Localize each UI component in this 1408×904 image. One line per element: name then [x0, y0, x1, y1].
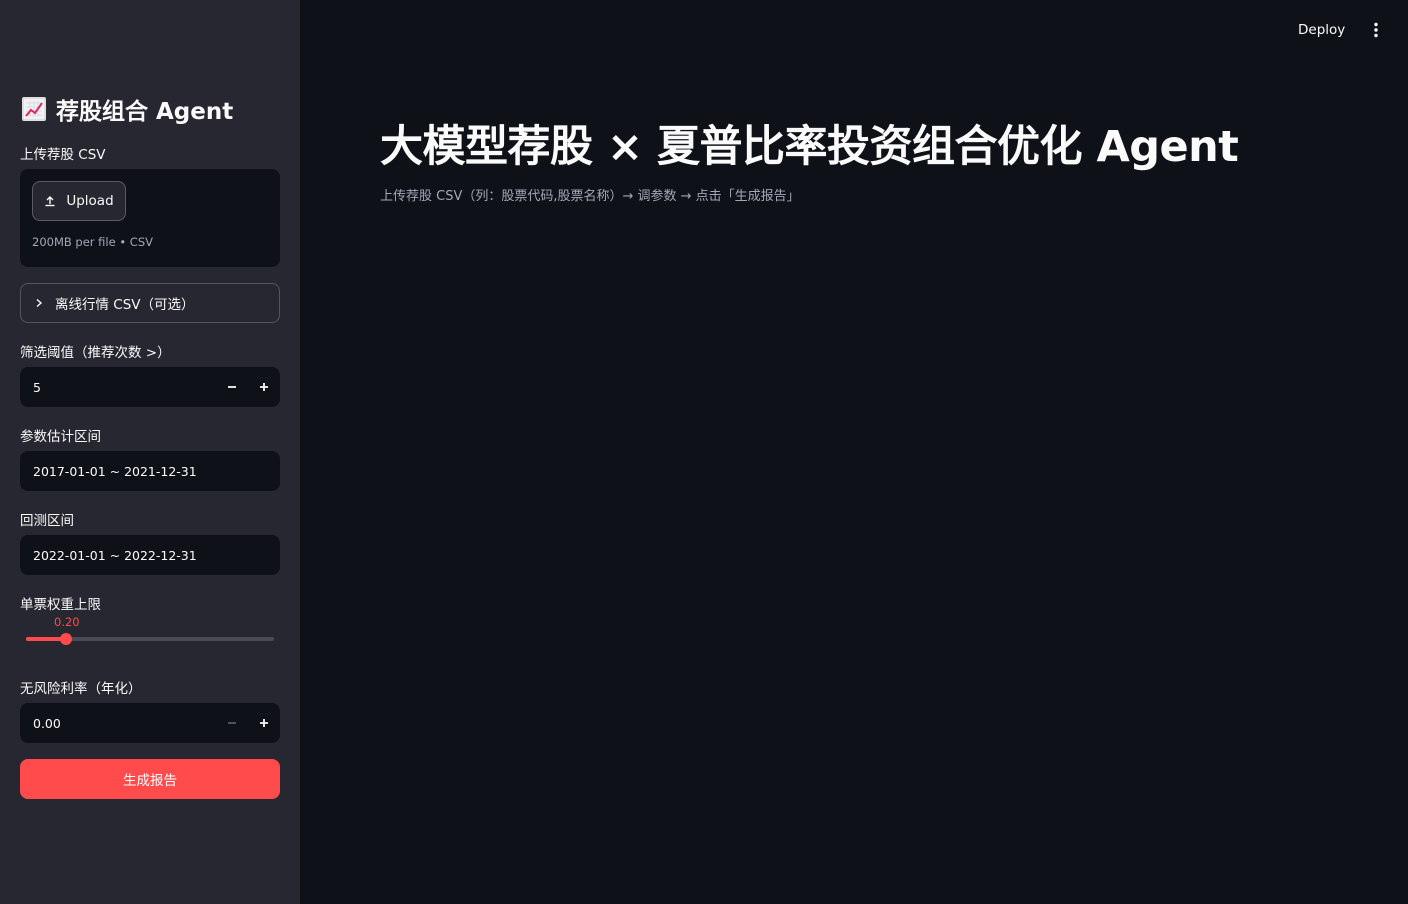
risk-free-decrement-button[interactable]: [216, 703, 248, 743]
threshold-stepper: [20, 366, 280, 408]
sidebar: 荐股组合 Agent 上传荐股 CSV Upload 200MB per fil…: [0, 0, 300, 904]
threshold-input[interactable]: [20, 366, 216, 408]
generate-report-button[interactable]: 生成报告: [20, 759, 280, 799]
risk-free-input[interactable]: [20, 702, 216, 744]
plus-icon: [260, 383, 268, 391]
sidebar-title-text: 荐股组合 Agent: [56, 99, 234, 125]
risk-free-stepper: [20, 702, 280, 744]
risk-free-increment-button[interactable]: [248, 703, 280, 743]
backtest-range-input[interactable]: [20, 534, 280, 576]
kebab-menu-icon: [1374, 22, 1378, 38]
upload-button[interactable]: Upload: [32, 181, 126, 221]
main-menu-button[interactable]: [1366, 18, 1386, 42]
minus-icon: [228, 722, 236, 724]
sidebar-title: 荐股组合 Agent: [22, 94, 234, 125]
upload-label: 上传荐股 CSV: [20, 147, 106, 163]
upload-hint: 200MB per file • CSV: [32, 235, 153, 249]
slider-thumb[interactable]: [60, 633, 72, 645]
estimation-range-label: 参数估计区间: [20, 429, 101, 445]
chevron-right-icon: [35, 298, 43, 308]
backtest-range-field: [20, 534, 280, 576]
deploy-button[interactable]: Deploy: [1298, 18, 1345, 42]
minus-icon: [228, 386, 236, 388]
risk-free-label: 无风险利率（年化）: [20, 681, 142, 697]
slider-value: 0.20: [54, 615, 80, 629]
estimation-range-input[interactable]: [20, 450, 280, 492]
file-uploader-dropzone[interactable]: Upload 200MB per file • CSV: [20, 169, 280, 267]
backtest-range-label: 回测区间: [20, 513, 74, 529]
threshold-label: 筛选阈值（推荐次数 >）: [20, 345, 171, 361]
offline-data-expander[interactable]: 离线行情 CSV（可选）: [20, 283, 280, 323]
page-caption: 上传荐股 CSV（列：股票代码,股票名称）→ 调参数 → 点击「生成报告」: [380, 189, 800, 204]
app-root: 荐股组合 Agent 上传荐股 CSV Upload 200MB per fil…: [0, 0, 1408, 904]
upload-icon: [44, 195, 56, 207]
weight-cap-slider[interactable]: 0.20: [26, 615, 274, 645]
expander-label: 离线行情 CSV（可选）: [55, 297, 195, 313]
upload-button-label: Upload: [66, 193, 114, 209]
weight-cap-label: 单票权重上限: [20, 597, 101, 613]
threshold-decrement-button[interactable]: [216, 367, 248, 407]
plus-icon: [260, 719, 268, 727]
chart-increasing-icon: [22, 97, 46, 121]
threshold-increment-button[interactable]: [248, 367, 280, 407]
estimation-range-field: [20, 450, 280, 492]
page-title: 大模型荐股 × 夏普比率投资组合优化 Agent: [380, 122, 1239, 172]
